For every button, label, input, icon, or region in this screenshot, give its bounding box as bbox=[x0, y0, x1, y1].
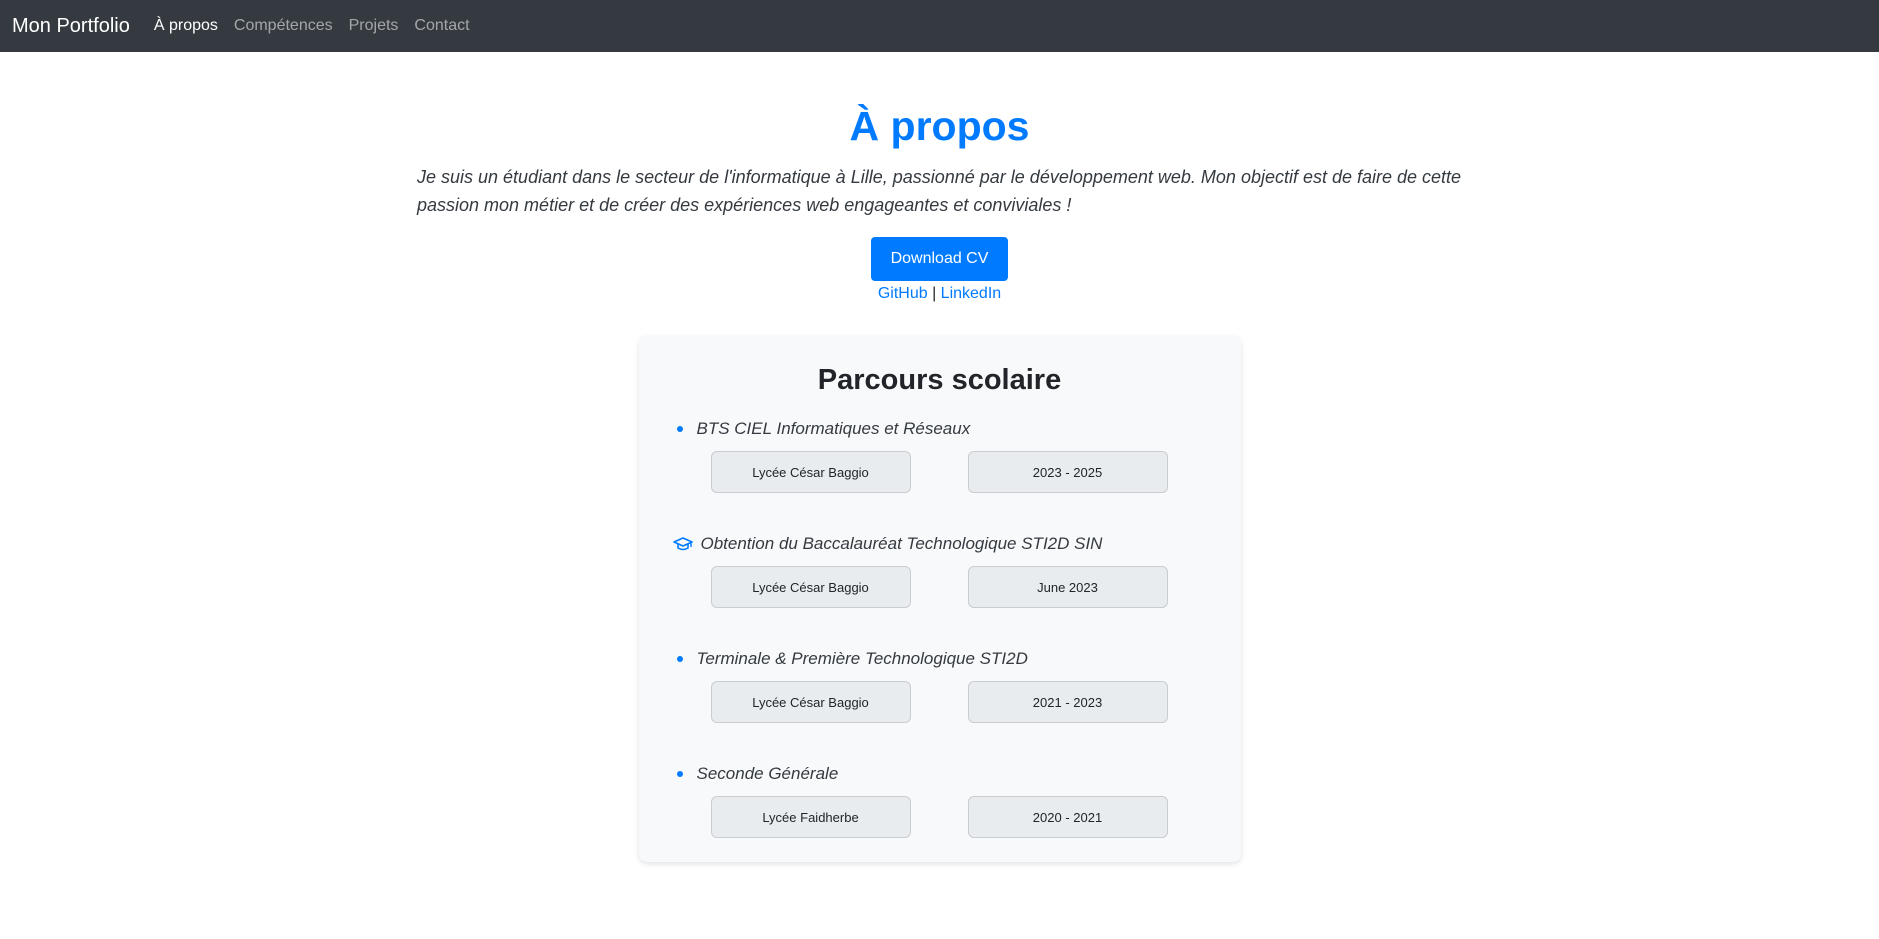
navbar: Mon Portfolio À propos Compétences Proje… bbox=[0, 0, 1879, 52]
date-badge: 2023 - 2025 bbox=[967, 451, 1168, 494]
social-links: GitHub | LinkedIn bbox=[0, 285, 1879, 303]
nav-link-skills[interactable]: Compétences bbox=[234, 17, 333, 35]
education-entry: BTS CIEL Informatiques et Réseaux Lycée … bbox=[675, 417, 1205, 494]
nav-link-about[interactable]: À propos bbox=[154, 17, 218, 35]
bullet-icon bbox=[676, 771, 683, 778]
entry-title: Seconde Générale bbox=[696, 764, 839, 784]
school-badge: Lycée Faidherbe bbox=[710, 796, 911, 839]
download-cv-button[interactable]: Download CV bbox=[870, 237, 1009, 282]
about-section: À propos Je suis un étudiant dans le sec… bbox=[0, 52, 1879, 303]
school-badge: Lycée César Baggio bbox=[710, 451, 911, 494]
education-title: Parcours scolaire bbox=[817, 364, 1062, 397]
brand-link[interactable]: Mon Portfolio bbox=[12, 15, 130, 38]
date-badge: June 2023 bbox=[967, 566, 1168, 609]
date-badge: 2020 - 2021 bbox=[967, 796, 1168, 839]
nav-link-projects[interactable]: Projets bbox=[349, 17, 399, 35]
school-badge: Lycée César Baggio bbox=[710, 681, 911, 724]
education-card: Parcours scolaire BTS CIEL Informatiques… bbox=[638, 336, 1241, 863]
nav-link-contact[interactable]: Contact bbox=[414, 17, 469, 35]
date-badge: 2021 - 2023 bbox=[967, 681, 1168, 724]
link-separator: | bbox=[932, 285, 937, 303]
linkedin-link[interactable]: LinkedIn bbox=[941, 285, 1002, 302]
education-entry: Terminale & Première Technologique STI2D… bbox=[675, 647, 1205, 724]
bullet-icon bbox=[676, 656, 683, 663]
nav-links: À propos Compétences Projets Contact bbox=[154, 17, 486, 35]
about-title: À propos bbox=[849, 103, 1030, 149]
graduation-cap-icon bbox=[672, 536, 693, 552]
entry-title: Terminale & Première Technologique STI2D bbox=[696, 649, 1028, 669]
education-entry: Obtention du Baccalauréat Technologique … bbox=[672, 532, 1205, 609]
school-badge: Lycée César Baggio bbox=[710, 566, 911, 609]
entry-title: Obtention du Baccalauréat Technologique … bbox=[700, 534, 1103, 554]
entry-title: BTS CIEL Informatiques et Réseaux bbox=[696, 419, 971, 439]
github-link[interactable]: GitHub bbox=[878, 285, 928, 302]
bio-text: Je suis un étudiant dans le secteur de l… bbox=[417, 167, 1462, 216]
bullet-icon bbox=[676, 426, 683, 433]
education-entry: Seconde Générale Lycée Faidherbe 2020 - … bbox=[675, 762, 1205, 839]
